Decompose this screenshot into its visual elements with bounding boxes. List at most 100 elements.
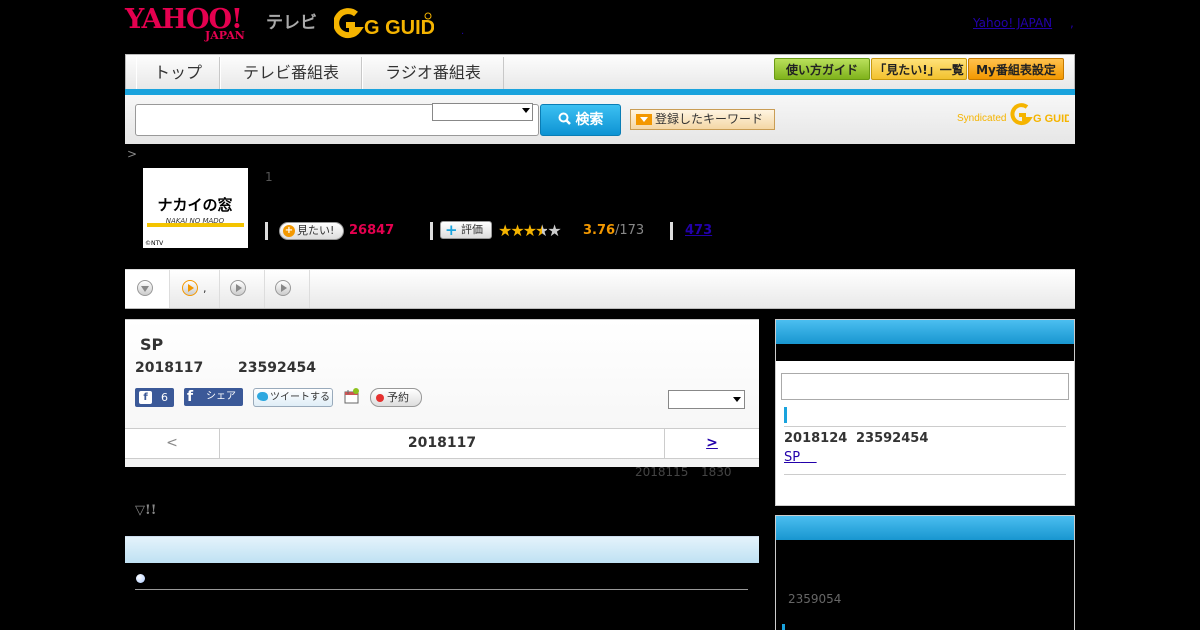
want-button-label: 見たい!	[297, 224, 335, 237]
next-broadcast-subheader	[776, 344, 1074, 361]
chevron-down-icon	[636, 114, 652, 125]
saved-keywords-button[interactable]: 登録したキーワード	[630, 109, 775, 130]
gguide-logo[interactable]: G GUIDE	[333, 8, 448, 40]
tab-second[interactable]: ,	[170, 270, 220, 308]
episode-time: 23592454	[238, 360, 316, 376]
chevron-down-icon	[733, 397, 741, 402]
play-icon	[230, 280, 246, 296]
facebook-like-button[interactable]: f 6	[135, 388, 174, 407]
rating-total: /173	[615, 223, 645, 238]
my-listing-settings-button[interactable]: My番組表設定	[968, 58, 1064, 80]
want-list-button[interactable]: 「見たい!」一覧	[871, 58, 967, 80]
breadcrumb-separator: >	[127, 147, 138, 161]
syndicated-logo-text: G GUIDE	[1033, 113, 1069, 125]
related-code: 2359054	[788, 592, 842, 606]
star-icon: ★	[522, 221, 537, 240]
want-count: 26847	[349, 223, 395, 238]
program-logo-credit: ©NTV	[145, 240, 164, 247]
next-broadcast-link[interactable]: SP	[784, 450, 817, 465]
twitter-bird-icon	[257, 392, 268, 401]
rating-score: 3.76	[583, 223, 616, 238]
play-icon	[182, 280, 198, 296]
section-header-bar	[125, 536, 759, 563]
nav-tab-radio-listings[interactable]: ラジオ番組表	[362, 57, 504, 89]
reserve-button[interactable]: 予約	[370, 388, 422, 407]
date-navigation: < 2018117 >	[125, 428, 759, 459]
program-number: 1	[265, 170, 273, 184]
facebook-share-button[interactable]: f シェア	[184, 388, 243, 406]
star-icon: ★	[510, 221, 524, 240]
search-scope-select[interactable]	[432, 103, 533, 121]
syndicated-gguide-logo: Syndicated G GUIDE	[957, 103, 1079, 127]
facebook-share-label: シェア	[206, 391, 236, 402]
next-broadcast-link-text: SP	[784, 450, 801, 465]
rating-stars: ★★★★★	[498, 221, 562, 240]
tab-fourth[interactable]	[265, 270, 310, 308]
star-icon: ★	[547, 221, 561, 240]
sidebar-input[interactable]	[781, 373, 1069, 400]
next-broadcast-time: 23592454	[856, 431, 929, 446]
facebook-like-count: 6	[161, 391, 168, 404]
plus-icon: +	[445, 221, 458, 239]
episode-panel: SP 2018117 23592454 f 6 f シェア ツイートする 予約 …	[125, 319, 759, 467]
header-comma: ,	[1070, 16, 1074, 30]
channel-select[interactable]	[668, 390, 745, 409]
tab-third[interactable]	[220, 270, 265, 308]
calendar-add-icon[interactable]	[344, 388, 359, 404]
rate-button-label: 評価	[461, 223, 483, 236]
episode-date: 2018117	[135, 360, 204, 376]
chevron-down-icon	[522, 108, 530, 113]
divider	[784, 474, 1066, 475]
program-tabs: ,	[125, 269, 1075, 309]
nav-tab-top[interactable]: トップ	[136, 57, 220, 89]
update-time: 1830	[701, 465, 732, 479]
saved-keywords-label: 登録したキーワード	[655, 112, 764, 126]
comment-count-link[interactable]: 473	[685, 223, 712, 238]
tweet-button[interactable]: ツイートする	[253, 388, 333, 407]
accent-bar	[782, 624, 785, 630]
tv-label: テレビ	[266, 13, 317, 33]
record-icon	[376, 394, 384, 402]
nav-tab-tv-listings[interactable]: テレビ番組表	[220, 57, 362, 89]
prev-date-button[interactable]: <	[125, 429, 220, 458]
next-broadcast-box: 2018124 23592454 SP	[775, 319, 1075, 506]
update-date: 2018115	[635, 465, 689, 479]
program-logo-text: ナカイの窓	[157, 196, 232, 214]
star-icon: ★	[498, 221, 512, 240]
facebook-icon: f	[187, 389, 194, 405]
guide-button[interactable]: 使い方ガイド	[774, 58, 870, 80]
next-date-link[interactable]: >	[664, 429, 759, 458]
facebook-icon: f	[139, 391, 152, 404]
stat-divider	[670, 222, 673, 240]
bullet-icon	[136, 574, 145, 583]
episode-title: SP	[140, 335, 164, 354]
search-button[interactable]: 検索	[540, 104, 621, 136]
header-dot: .	[461, 26, 465, 37]
search-icon	[558, 112, 571, 125]
yahoo-logo-sub: JAPAN	[205, 29, 245, 42]
gguide-logo-text: G GUIDE	[364, 17, 434, 39]
syndicated-label: Syndicated	[957, 113, 1006, 124]
accent-bar	[784, 407, 787, 423]
plus-icon: +	[283, 225, 295, 237]
stat-divider	[265, 222, 268, 240]
next-broadcast-date: 2018124	[784, 431, 848, 446]
yahoo-japan-logo[interactable]: YAHOO! JAPAN	[125, 6, 263, 42]
tab-episodes[interactable]	[125, 270, 170, 308]
tab-second-label: ,	[203, 282, 207, 295]
tweet-label: ツイートする	[270, 392, 330, 403]
reserve-label: 予約	[387, 391, 409, 404]
related-header	[776, 516, 1074, 540]
main-nav: トップ テレビ番組表 ラジオ番組表 使い方ガイド 「見たい!」一覧 My番組表設…	[125, 54, 1075, 90]
rate-button[interactable]: + 評価	[440, 221, 492, 239]
related-box: 2359054	[775, 515, 1075, 630]
divider	[784, 426, 1066, 427]
search-bar: 検索 登録したキーワード Syndicated G GUIDE	[125, 95, 1079, 144]
yahoo-japan-link[interactable]: Yahoo! JAPAN	[973, 16, 1052, 30]
want-button[interactable]: + 見たい!	[279, 222, 344, 240]
current-date: 2018117	[407, 435, 477, 451]
intro-text: ▽!!	[135, 503, 157, 518]
search-button-label: 検索	[575, 112, 604, 128]
next-broadcast-header	[776, 320, 1074, 344]
program-logo-sub: NAKAI NO MADO	[166, 217, 225, 225]
